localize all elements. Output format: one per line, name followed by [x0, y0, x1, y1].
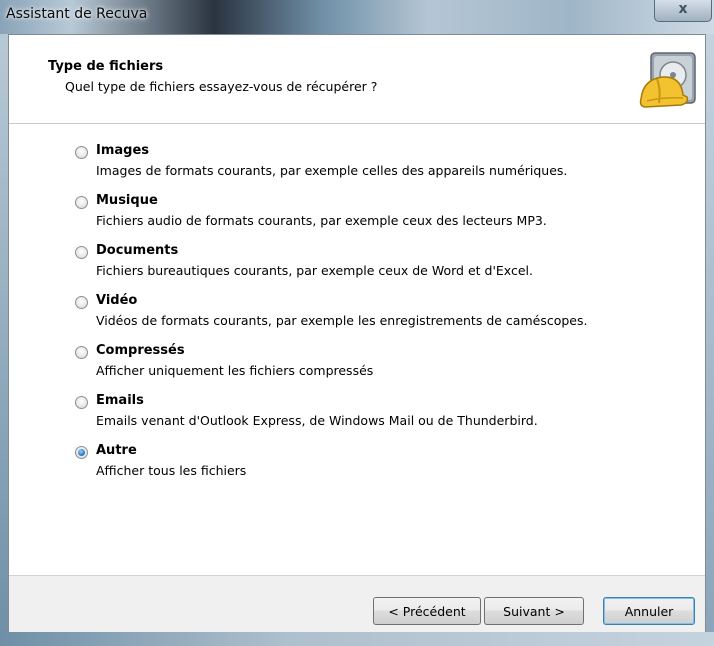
- page-title: Type de fichiers: [48, 59, 164, 74]
- option-description: Fichiers audio de formats courants, par …: [96, 213, 547, 228]
- musique-radio[interactable]: [75, 196, 88, 209]
- option-description: Emails venant d'Outlook Express, de Wind…: [96, 413, 538, 428]
- back-button[interactable]: < Précédent: [373, 597, 481, 625]
- option-description: Vidéos de formats courants, par exemple …: [96, 313, 588, 328]
- emails-radio[interactable]: [75, 396, 88, 409]
- close-icon: x: [678, 1, 688, 17]
- option-emails[interactable]: Emails Emails venant d'Outlook Express, …: [75, 393, 675, 441]
- documents-radio[interactable]: [75, 246, 88, 259]
- page-subtitle: Quel type de fichiers essayez-vous de ré…: [65, 79, 378, 94]
- option-autre[interactable]: Autre Afficher tous les fichiers: [75, 443, 675, 491]
- option-musique[interactable]: Musique Fichiers audio de formats couran…: [75, 193, 675, 241]
- option-label: Images: [96, 143, 150, 158]
- option-label: Vidéo: [96, 293, 138, 308]
- option-label: Compressés: [96, 343, 185, 358]
- option-label: Documents: [96, 243, 179, 258]
- option-label: Emails: [96, 393, 144, 408]
- next-button[interactable]: Suivant >: [484, 597, 584, 625]
- close-button[interactable]: x: [654, 0, 712, 22]
- autre-radio[interactable]: [75, 446, 88, 459]
- option-documents[interactable]: Documents Fichiers bureautiques courants…: [75, 243, 675, 291]
- option-label: Musique: [96, 193, 158, 208]
- window-frame-bottom: [0, 632, 714, 646]
- option-description: Afficher tous les fichiers: [96, 463, 247, 478]
- compresses-radio[interactable]: [75, 346, 88, 359]
- option-description: Images de formats courants, par exemple …: [96, 163, 568, 178]
- window-title: Assistant de Recuva: [6, 6, 148, 22]
- wizard-window: Type de fichiers Quel type de fichiers e…: [8, 34, 706, 632]
- option-label: Autre: [96, 443, 137, 458]
- option-images[interactable]: Images Images de formats courants, par e…: [75, 143, 675, 191]
- wizard-header: Type de fichiers Quel type de fichiers e…: [9, 35, 705, 124]
- title-bar: Assistant de Recuva x: [0, 0, 714, 34]
- images-radio[interactable]: [75, 146, 88, 159]
- window-frame-left: [0, 34, 8, 646]
- option-video[interactable]: Vidéo Vidéos de formats courants, par ex…: [75, 293, 675, 341]
- option-description: Afficher uniquement les fichiers compres…: [96, 363, 374, 378]
- option-compresses[interactable]: Compressés Afficher uniquement les fichi…: [75, 343, 675, 391]
- wizard-footer: < Précédent Suivant > Annuler: [9, 575, 705, 632]
- recuva-hardhat-drive-icon: [639, 52, 696, 108]
- window-frame-right: [706, 34, 714, 646]
- cancel-button[interactable]: Annuler: [603, 597, 695, 625]
- video-radio[interactable]: [75, 296, 88, 309]
- option-description: Fichiers bureautiques courants, par exem…: [96, 263, 533, 278]
